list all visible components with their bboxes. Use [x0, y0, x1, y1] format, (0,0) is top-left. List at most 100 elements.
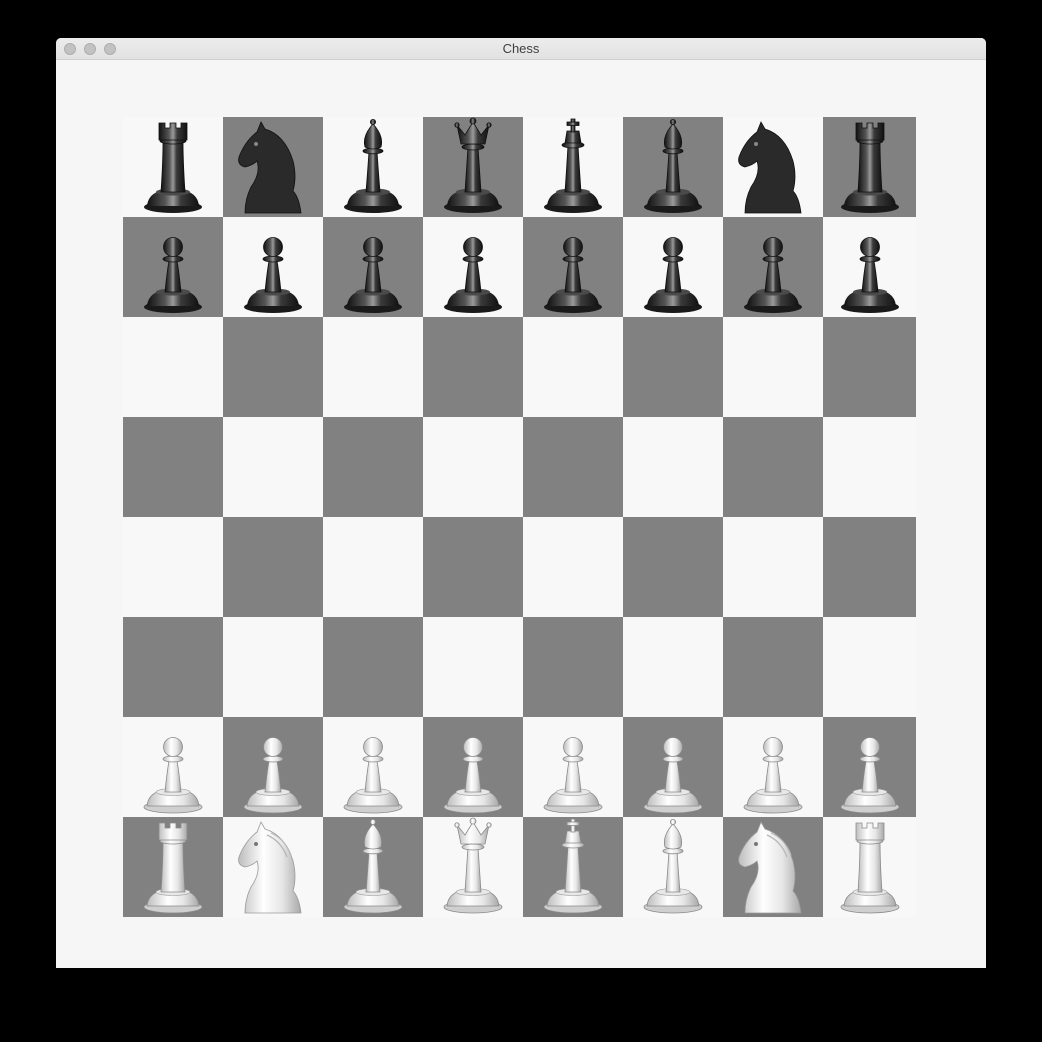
black-rook-piece[interactable]: [123, 117, 223, 217]
square-e2[interactable]: [523, 717, 623, 817]
black-rook-piece[interactable]: [820, 117, 920, 217]
square-a7[interactable]: [123, 217, 223, 317]
white-pawn-piece[interactable]: [623, 717, 723, 817]
square-c4[interactable]: [323, 517, 423, 617]
square-h3[interactable]: [823, 617, 916, 717]
square-h8[interactable]: [823, 117, 916, 217]
black-pawn-piece[interactable]: [623, 217, 723, 317]
square-d5[interactable]: [423, 417, 523, 517]
square-f2[interactable]: [623, 717, 723, 817]
square-f1[interactable]: [623, 817, 723, 917]
white-pawn-piece[interactable]: [123, 717, 223, 817]
square-a6[interactable]: [123, 317, 223, 417]
square-e7[interactable]: [523, 217, 623, 317]
square-g8[interactable]: [723, 117, 823, 217]
white-knight-piece[interactable]: [723, 817, 823, 917]
square-c6[interactable]: [323, 317, 423, 417]
square-b5[interactable]: [223, 417, 323, 517]
square-f3[interactable]: [623, 617, 723, 717]
black-queen-piece[interactable]: [423, 117, 523, 217]
black-pawn-piece[interactable]: [123, 217, 223, 317]
square-c1[interactable]: [323, 817, 423, 917]
square-h1[interactable]: [823, 817, 916, 917]
window-title: Chess: [502, 41, 540, 56]
square-a4[interactable]: [123, 517, 223, 617]
black-bishop-piece[interactable]: [323, 117, 423, 217]
square-b7[interactable]: [223, 217, 323, 317]
chess-board[interactable]: [123, 117, 916, 917]
black-pawn-piece[interactable]: [723, 217, 823, 317]
white-pawn-piece[interactable]: [223, 717, 323, 817]
square-c3[interactable]: [323, 617, 423, 717]
white-king-piece[interactable]: [523, 817, 623, 917]
white-pawn-piece[interactable]: [423, 717, 523, 817]
black-pawn-piece[interactable]: [323, 217, 423, 317]
square-h2[interactable]: [823, 717, 916, 817]
square-c2[interactable]: [323, 717, 423, 817]
square-b8[interactable]: [223, 117, 323, 217]
square-e4[interactable]: [523, 517, 623, 617]
black-pawn-piece[interactable]: [223, 217, 323, 317]
square-b2[interactable]: [223, 717, 323, 817]
square-g4[interactable]: [723, 517, 823, 617]
square-d7[interactable]: [423, 217, 523, 317]
title-bar[interactable]: Chess: [56, 38, 986, 60]
white-knight-piece[interactable]: [223, 817, 323, 917]
square-c7[interactable]: [323, 217, 423, 317]
white-bishop-piece[interactable]: [323, 817, 423, 917]
square-b3[interactable]: [223, 617, 323, 717]
black-knight-piece[interactable]: [723, 117, 823, 217]
square-h5[interactable]: [823, 417, 916, 517]
white-rook-piece[interactable]: [123, 817, 223, 917]
square-e3[interactable]: [523, 617, 623, 717]
square-e8[interactable]: [523, 117, 623, 217]
square-c5[interactable]: [323, 417, 423, 517]
square-d3[interactable]: [423, 617, 523, 717]
square-d6[interactable]: [423, 317, 523, 417]
square-f6[interactable]: [623, 317, 723, 417]
square-c8[interactable]: [323, 117, 423, 217]
black-pawn-piece[interactable]: [523, 217, 623, 317]
black-pawn-piece[interactable]: [820, 217, 920, 317]
square-a3[interactable]: [123, 617, 223, 717]
square-a8[interactable]: [123, 117, 223, 217]
square-h7[interactable]: [823, 217, 916, 317]
square-g5[interactable]: [723, 417, 823, 517]
white-pawn-piece[interactable]: [820, 717, 920, 817]
square-g3[interactable]: [723, 617, 823, 717]
square-f8[interactable]: [623, 117, 723, 217]
square-g1[interactable]: [723, 817, 823, 917]
square-f5[interactable]: [623, 417, 723, 517]
white-pawn-piece[interactable]: [523, 717, 623, 817]
square-e5[interactable]: [523, 417, 623, 517]
square-g2[interactable]: [723, 717, 823, 817]
square-g7[interactable]: [723, 217, 823, 317]
square-a5[interactable]: [123, 417, 223, 517]
square-d2[interactable]: [423, 717, 523, 817]
square-a2[interactable]: [123, 717, 223, 817]
white-pawn-piece[interactable]: [323, 717, 423, 817]
square-g6[interactable]: [723, 317, 823, 417]
white-queen-piece[interactable]: [423, 817, 523, 917]
square-b1[interactable]: [223, 817, 323, 917]
square-d4[interactable]: [423, 517, 523, 617]
square-b4[interactable]: [223, 517, 323, 617]
black-knight-piece[interactable]: [223, 117, 323, 217]
white-pawn-piece[interactable]: [723, 717, 823, 817]
square-h4[interactable]: [823, 517, 916, 617]
square-e6[interactable]: [523, 317, 623, 417]
square-e1[interactable]: [523, 817, 623, 917]
square-a1[interactable]: [123, 817, 223, 917]
white-rook-piece[interactable]: [820, 817, 920, 917]
square-d8[interactable]: [423, 117, 523, 217]
square-f7[interactable]: [623, 217, 723, 317]
square-d1[interactable]: [423, 817, 523, 917]
square-b6[interactable]: [223, 317, 323, 417]
square-f4[interactable]: [623, 517, 723, 617]
black-bishop-piece[interactable]: [623, 117, 723, 217]
black-king-piece[interactable]: [523, 117, 623, 217]
black-pawn-piece[interactable]: [423, 217, 523, 317]
chess-window: Chess: [56, 38, 986, 968]
square-h6[interactable]: [823, 317, 916, 417]
white-bishop-piece[interactable]: [623, 817, 723, 917]
